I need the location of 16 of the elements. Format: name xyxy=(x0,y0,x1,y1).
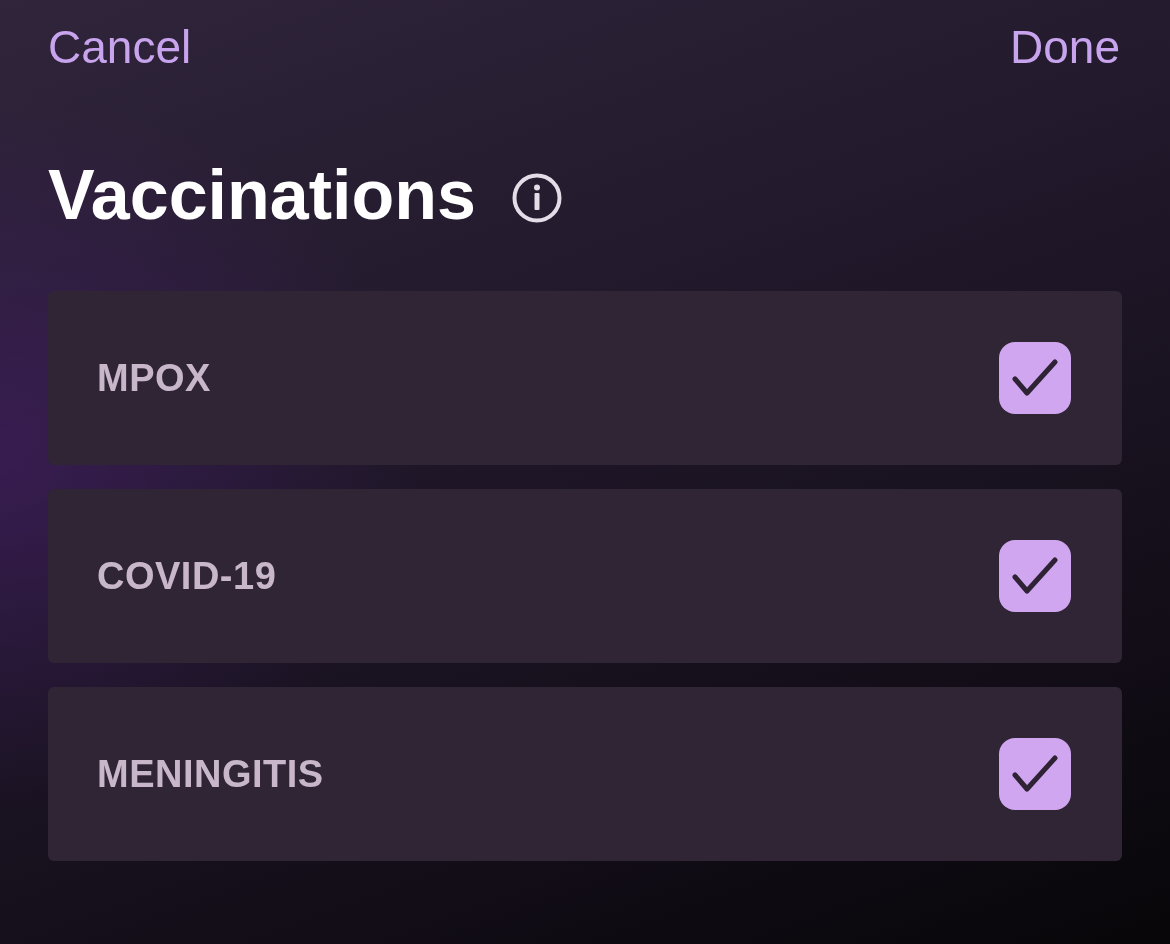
vaccine-label: MPOX xyxy=(97,356,211,400)
cancel-button[interactable]: Cancel xyxy=(48,20,192,74)
checkbox[interactable] xyxy=(999,540,1071,612)
vaccine-row[interactable]: MENINGITIS xyxy=(48,687,1122,861)
checkbox[interactable] xyxy=(999,738,1071,810)
vaccine-row[interactable]: COVID-19 xyxy=(48,489,1122,663)
info-icon[interactable] xyxy=(511,173,562,223)
checkmark-icon xyxy=(1012,556,1058,596)
vaccine-label: COVID-19 xyxy=(97,554,277,598)
vaccine-row[interactable]: MPOX xyxy=(48,291,1122,465)
vaccine-label: MENINGITIS xyxy=(97,752,324,796)
checkmark-icon xyxy=(1012,358,1058,398)
done-button[interactable]: Done xyxy=(1010,20,1120,74)
checkmark-icon xyxy=(1012,754,1058,794)
checkbox[interactable] xyxy=(999,342,1071,414)
page-title: Vaccinations xyxy=(48,155,476,235)
